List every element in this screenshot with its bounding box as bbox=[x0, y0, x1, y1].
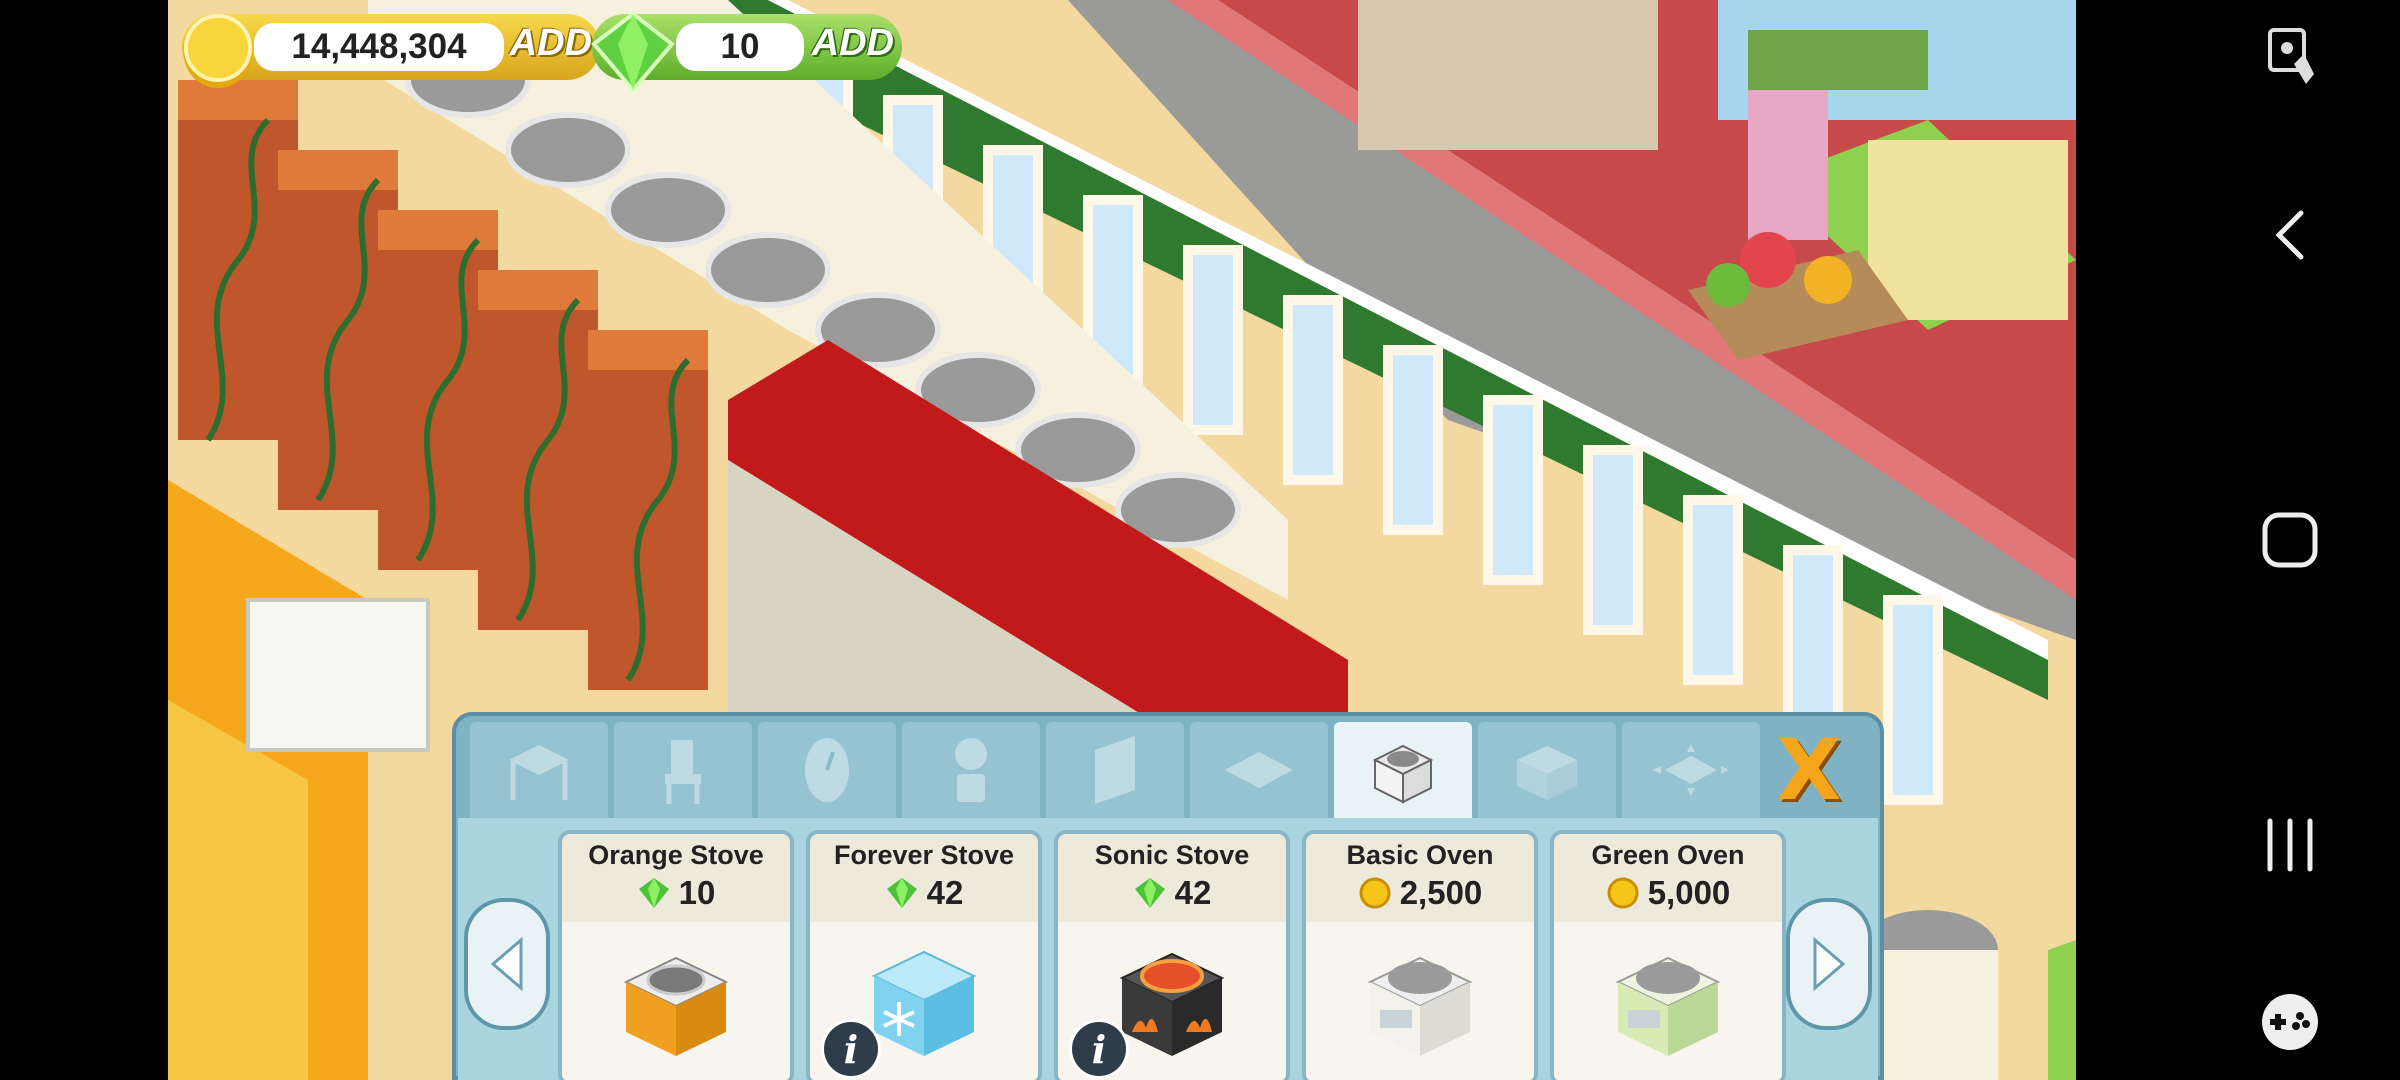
coin-balance: 14,448,304 ADD bbox=[182, 14, 600, 88]
coin-icon bbox=[1359, 877, 1391, 909]
tab-tables[interactable] bbox=[470, 722, 608, 818]
tab-decorations[interactable] bbox=[902, 722, 1040, 818]
item-price-value: 5,000 bbox=[1647, 874, 1731, 911]
item-price-value: 10 bbox=[678, 874, 716, 911]
item-price-value: 42 bbox=[1174, 874, 1212, 911]
coin-count: 14,448,304 bbox=[254, 23, 504, 71]
item-shelf: Orange Stove 10 Forever Stove 42 i Sonic… bbox=[458, 818, 1878, 1080]
item-card-basic-oven[interactable]: Basic Oven 2,500 bbox=[1302, 830, 1538, 1080]
tab-stoves[interactable] bbox=[1334, 722, 1472, 818]
screenshot-tool-button[interactable] bbox=[2180, 24, 2400, 94]
item-shop-panel: X Orange Stove 10 Forever Stove 42 i Son… bbox=[452, 712, 1884, 1080]
next-page-button[interactable] bbox=[1786, 898, 1872, 1030]
item-card-sonic-stove[interactable]: Sonic Stove 42 i bbox=[1054, 830, 1290, 1080]
item-name: Basic Oven bbox=[1346, 840, 1494, 870]
item-card-orange-stove[interactable]: Orange Stove 10 bbox=[558, 830, 794, 1080]
game-viewport[interactable]: 14,448,304 ADD 10 ADD X Orange Stove 10 … bbox=[168, 0, 2076, 1080]
previous-page-button[interactable] bbox=[464, 898, 550, 1030]
gem-balance: 10 ADD bbox=[591, 11, 902, 94]
item-info-button[interactable]: i bbox=[824, 1022, 878, 1076]
expand-icon bbox=[1653, 744, 1729, 796]
item-price: 2,500 bbox=[1306, 874, 1534, 912]
item-card-green-oven[interactable]: Green Oven 5,000 bbox=[1550, 830, 1786, 1080]
item-image bbox=[562, 922, 790, 1080]
item-name: Orange Stove bbox=[588, 840, 764, 870]
table-icon bbox=[509, 745, 569, 800]
floor-tile-icon bbox=[1225, 752, 1293, 788]
item-price-value: 42 bbox=[926, 874, 964, 911]
add-gems-button[interactable]: ADD bbox=[812, 22, 894, 65]
counter-icon bbox=[1517, 746, 1577, 800]
tab-walls[interactable] bbox=[1046, 722, 1184, 818]
gem-count: 10 bbox=[676, 23, 804, 71]
item-list: Orange Stove 10 Forever Stove 42 i Sonic… bbox=[558, 830, 1786, 1080]
basic-oven-icon bbox=[1367, 956, 1473, 1056]
tab-wall-decor[interactable] bbox=[758, 722, 896, 818]
gem-icon bbox=[591, 11, 675, 94]
tab-counters[interactable] bbox=[1478, 722, 1616, 818]
system-navigation-bar bbox=[2180, 0, 2400, 1080]
wall-icon bbox=[1095, 736, 1135, 804]
home-square-icon bbox=[2262, 512, 2318, 568]
item-price-value: 2,500 bbox=[1399, 874, 1483, 911]
edit-screenshot-icon bbox=[2268, 28, 2314, 84]
item-image bbox=[1306, 922, 1534, 1080]
recent-apps-icon bbox=[2267, 818, 2313, 872]
clock-icon bbox=[805, 738, 849, 802]
plant-icon bbox=[955, 738, 987, 802]
gem-icon bbox=[1134, 878, 1165, 908]
item-card-forever-stove[interactable]: Forever Stove 42 i bbox=[806, 830, 1042, 1080]
orange-stove-icon bbox=[623, 956, 729, 1056]
coin-icon bbox=[1607, 877, 1639, 909]
chair-icon bbox=[665, 740, 701, 804]
game-tools-button[interactable] bbox=[2180, 990, 2400, 1054]
gem-icon bbox=[638, 878, 669, 908]
item-name: Sonic Stove bbox=[1094, 840, 1250, 870]
chevron-left-icon bbox=[490, 936, 523, 992]
gamepad-icon bbox=[2262, 994, 2318, 1050]
chevron-right-icon bbox=[1813, 936, 1846, 992]
item-name: Green Oven bbox=[1591, 840, 1745, 870]
tab-floors[interactable] bbox=[1190, 722, 1328, 818]
item-price: 42 bbox=[1058, 874, 1286, 912]
item-info-button[interactable]: i bbox=[1072, 1022, 1126, 1076]
item-price: 5,000 bbox=[1554, 874, 1782, 912]
item-price: 42 bbox=[810, 874, 1038, 912]
back-button[interactable] bbox=[2180, 205, 2400, 265]
tab-expansion[interactable] bbox=[1622, 722, 1760, 818]
stove-icon bbox=[1372, 744, 1434, 804]
green-oven-icon bbox=[1615, 956, 1721, 1056]
coin-icon bbox=[184, 14, 252, 88]
close-shop-button[interactable]: X bbox=[1754, 721, 1864, 819]
category-tabs bbox=[470, 722, 1760, 822]
item-price: 10 bbox=[562, 874, 790, 912]
add-coins-button[interactable]: ADD bbox=[510, 22, 592, 65]
item-image bbox=[1554, 922, 1782, 1080]
recent-apps-button[interactable] bbox=[2180, 815, 2400, 875]
back-chevron-icon bbox=[2275, 210, 2304, 260]
tab-chairs[interactable] bbox=[614, 722, 752, 818]
home-button[interactable] bbox=[2180, 510, 2400, 570]
item-name: Forever Stove bbox=[833, 840, 1015, 870]
gem-icon bbox=[886, 878, 917, 908]
